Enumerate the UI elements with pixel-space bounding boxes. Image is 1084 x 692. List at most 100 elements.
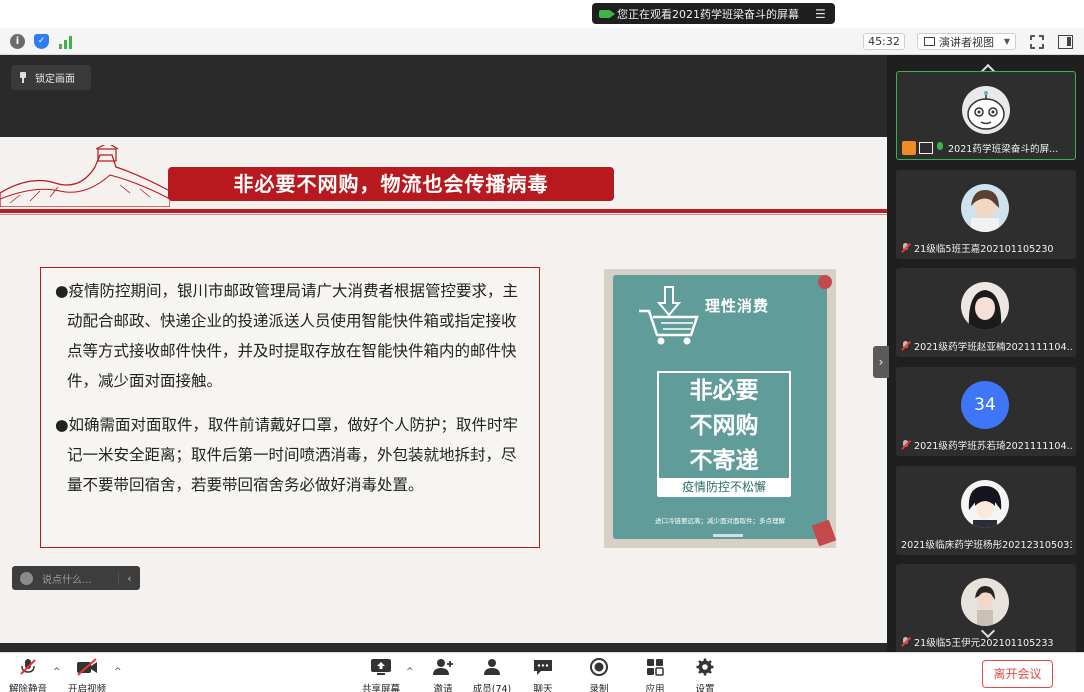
settings-label: 设置 — [695, 684, 715, 692]
leave-meeting-button[interactable]: 离开会议 — [982, 660, 1053, 688]
chat-button[interactable]: 聊天 — [530, 658, 556, 692]
apps-grid-icon — [647, 659, 664, 676]
share-options-chevron-icon[interactable]: ^ — [406, 667, 414, 677]
video-options-chevron-icon[interactable]: ^ — [114, 667, 122, 677]
host-badge-icon — [902, 141, 916, 155]
view-mode-button[interactable]: 演讲者视图 ▼ — [917, 33, 1016, 50]
share-screen-icon — [371, 659, 391, 675]
share-screen-label: 共享屏幕 — [361, 684, 400, 692]
poster-heading: 理性消费 — [705, 297, 770, 315]
avatar — [961, 480, 1009, 528]
view-mode-label: 演讲者视图 — [939, 35, 994, 49]
settings-button[interactable]: 设置 — [692, 658, 718, 692]
participants-button[interactable]: 成员(74) — [470, 658, 514, 692]
invite-user-icon — [433, 659, 453, 675]
meeting-toolbar: i ✓ 45:32 演讲者视图 ▼ — [0, 28, 1084, 55]
mic-off-icon — [901, 341, 910, 351]
mic-off-icon — [901, 637, 910, 647]
participant-name: 2021级临床药学班杨彤202123105033 — [901, 540, 1072, 551]
meeting-controls: 解除静音 ^ 开启视频 ^ 共享屏幕 ^ 邀请 成员(74) 聊天 录制 应用 … — [0, 652, 1084, 692]
title-divider — [0, 209, 887, 213]
invite-label: 邀请 — [433, 684, 453, 692]
gear-icon — [696, 658, 714, 676]
viewing-text: 您正在观看2021药学班梁奋斗的屏幕 — [617, 7, 799, 21]
viewing-banner[interactable]: 您正在观看2021药学班梁奋斗的屏幕 ☰ — [592, 3, 835, 24]
camera-icon — [599, 9, 615, 18]
chat-bubble-icon — [534, 660, 552, 675]
record-label: 录制 — [589, 684, 609, 692]
emoji-icon[interactable] — [20, 571, 33, 585]
apps-button[interactable]: 应用 — [642, 658, 668, 692]
participant-name: 21级临5班王嘉202101105230 — [914, 244, 1054, 255]
poster-line-2: 不网购 — [689, 412, 759, 439]
meeting-window: 您正在观看2021药学班梁奋斗的屏幕 ☰ i ✓ 45:32 演讲者视图 ▼ 锁… — [0, 0, 1084, 692]
participants-label: 成员(74) — [472, 684, 512, 692]
poster-line-3: 不寄递 — [689, 447, 759, 474]
poster-ribbon-top — [818, 275, 832, 289]
mic-off-icon — [901, 440, 910, 450]
invite-button[interactable]: 邀请 — [428, 658, 458, 692]
slide-paragraph-2: ●如确需面对面取件，取件前请戴好口罩，做好个人防护；取件时牢记一米安全距离；取件… — [55, 416, 519, 494]
slide-text-box: ●疫情防控期间，银川市邮政管理局请广大消费者根据管控要求，主动配合邮政、快递企业… — [40, 267, 540, 548]
poster-line-1: 非必要 — [689, 377, 759, 404]
panel-toggle-button[interactable]: › — [873, 346, 889, 378]
video-off-icon — [77, 658, 97, 676]
participant-name: 2021级药学班赵亚楠2021111104... — [914, 342, 1072, 353]
shield-icon[interactable]: ✓ — [34, 34, 49, 49]
participant-tile[interactable]: 2021级临床药学班杨彤202123105033 — [896, 466, 1076, 555]
lock-label: 锁定画面 — [35, 74, 75, 85]
great-wall-decoration — [0, 145, 170, 207]
fullscreen-icon[interactable] — [1029, 34, 1045, 50]
mic-on-icon — [936, 142, 944, 154]
lock-screen-button[interactable]: 锁定画面 — [11, 65, 91, 90]
speaker-view-icon — [924, 37, 935, 46]
shared-screen: 锁定画面 非必要不网购，物流也会传播病毒 ●疫情防控期间，银川市邮政管理局请广大… — [0, 55, 887, 652]
avatar — [961, 184, 1009, 232]
meeting-timer: 45:32 — [863, 33, 905, 50]
poster-body: 理性消费 非必要 不网购 不寄递 疫情防控不松懈 进口冷链要远离；减少面对面取件… — [613, 275, 827, 539]
mic-off-icon — [901, 243, 910, 253]
start-video-button[interactable]: 开启视频 — [66, 658, 108, 692]
chat-label: 聊天 — [533, 684, 553, 692]
participant-tile[interactable]: 21级临5班王嘉202101105230 — [896, 170, 1076, 259]
record-icon — [590, 658, 608, 676]
screen-share-icon — [919, 142, 933, 154]
start-video-label: 开启视频 — [67, 684, 106, 692]
poster-small-text: 进口冷链要远离；减少面对面取件；多点理解 — [655, 517, 785, 525]
participant-name: 2021级药学班苏若琦2021111104... — [914, 441, 1072, 452]
signal-icon[interactable] — [58, 34, 74, 49]
title-divider-thin — [0, 214, 887, 215]
avatar — [961, 578, 1009, 626]
poster-tag: 疫情防控不松懈 — [657, 478, 791, 497]
info-icon[interactable]: i — [10, 34, 25, 49]
audio-options-chevron-icon[interactable]: ^ — [53, 667, 61, 677]
slide-paragraph-1: ●疫情防控期间，银川市邮政管理局请广大消费者根据管控要求，主动配合邮政、快递企业… — [55, 282, 519, 390]
participant-tile[interactable]: 2021级药学班赵亚楠2021111104... — [896, 268, 1076, 357]
slide-title: 非必要不网购，物流也会传播病毒 — [168, 167, 614, 201]
apps-label: 应用 — [645, 684, 665, 692]
collapse-chevron-icon[interactable]: ‹ — [118, 571, 140, 585]
title-strip: 您正在观看2021药学班梁奋斗的屏幕 ☰ — [0, 0, 1084, 28]
rational-consumption-poster: 理性消费 非必要 不网购 不寄递 疫情防控不松懈 进口冷链要远离；减少面对面取件… — [604, 269, 837, 548]
participant-name: 21级临5王伊元202101105233 — [914, 638, 1054, 649]
share-screen-button[interactable]: 共享屏幕 — [360, 658, 402, 692]
pin-icon — [20, 72, 26, 83]
participant-name: 2021药学班梁奋斗的屏... — [948, 144, 1059, 155]
chevron-down-icon: ▼ — [1003, 37, 1010, 46]
unmute-button[interactable]: 解除静音 — [8, 658, 48, 692]
layout-toggle-icon[interactable] — [1058, 35, 1073, 49]
menu-icon[interactable]: ☰ — [815, 8, 827, 20]
participant-tile[interactable]: 34 2021级药学班苏若琦2021111104... — [896, 367, 1076, 456]
record-button[interactable]: 录制 — [586, 658, 612, 692]
participants-icon — [484, 659, 500, 675]
avatar — [962, 86, 1010, 134]
mic-muted-icon — [20, 659, 36, 675]
poster-ribbon-bottom — [811, 519, 837, 547]
poster-logo — [713, 534, 743, 537]
unmute-label: 解除静音 — [8, 684, 47, 692]
avatar — [961, 282, 1009, 330]
participant-tile[interactable]: 2021药学班梁奋斗的屏... — [896, 71, 1076, 160]
number-avatar: 34 — [961, 381, 1009, 429]
chat-input[interactable]: 说点什么... ‹ — [12, 566, 140, 590]
participant-tile[interactable]: 21级临5王伊元202101105233 — [896, 564, 1076, 653]
